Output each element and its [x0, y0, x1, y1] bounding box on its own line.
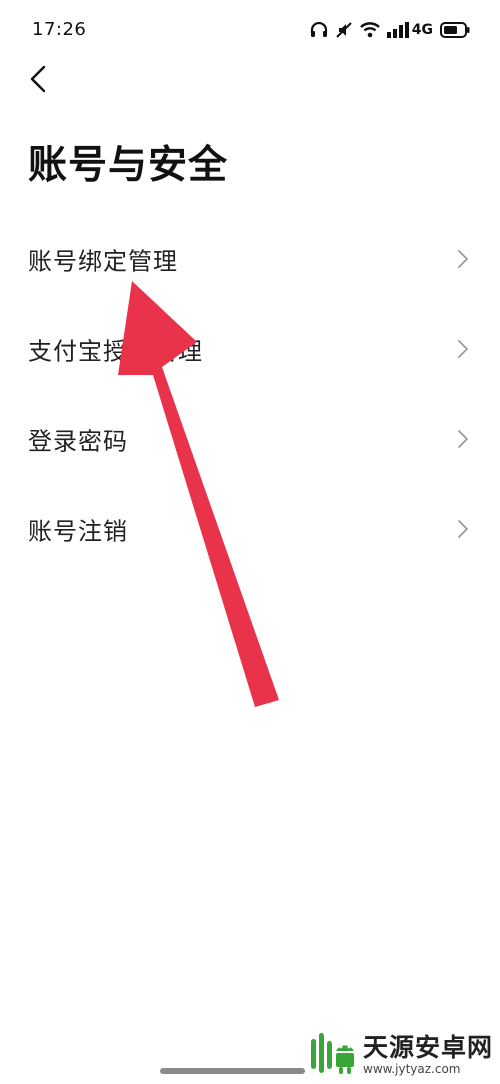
- android-logo-icon: [311, 1033, 354, 1074]
- menu-item-label: 账号绑定管理: [28, 247, 178, 276]
- menu-item-account-binding[interactable]: 账号绑定管理: [0, 214, 500, 304]
- status-bar: 17:26 4G: [0, 0, 500, 60]
- signal-icon: [386, 22, 409, 38]
- battery-icon: [440, 22, 470, 38]
- status-icons: 4G: [310, 18, 470, 42]
- back-button[interactable]: [18, 58, 58, 100]
- home-indicator[interactable]: [160, 1068, 305, 1074]
- menu-item-label: 账号注销: [28, 517, 128, 546]
- menu-item-login-password[interactable]: 登录密码: [0, 394, 500, 484]
- watermark: 天源安卓网 www.jytyaz.com: [305, 1028, 495, 1082]
- watermark-text: 天源安卓网 www.jytyaz.com: [363, 1033, 494, 1077]
- menu-item-label: 支付宝授权管理: [28, 337, 203, 366]
- chevron-right-icon: [458, 520, 468, 538]
- network-type: 4G: [411, 22, 433, 38]
- chevron-right-icon: [458, 340, 468, 358]
- menu-item-alipay-authorization[interactable]: 支付宝授权管理: [0, 304, 500, 394]
- chevron-right-icon: [458, 250, 468, 268]
- menu-item-account-cancellation[interactable]: 账号注销: [0, 484, 500, 574]
- status-time: 17:26: [32, 19, 87, 40]
- watermark-title: 天源安卓网: [363, 1033, 494, 1062]
- headphones-icon: [310, 22, 328, 38]
- menu-list: 账号绑定管理 支付宝授权管理 登录密码 账号注销: [0, 214, 500, 574]
- menu-item-label: 登录密码: [28, 427, 128, 456]
- watermark-url: www.jytyaz.com: [363, 1062, 461, 1076]
- chevron-left-icon: [30, 65, 46, 93]
- page-title: 账号与安全: [28, 143, 229, 188]
- chevron-right-icon: [458, 430, 468, 448]
- mute-icon: [335, 21, 353, 39]
- wifi-icon: [359, 22, 380, 38]
